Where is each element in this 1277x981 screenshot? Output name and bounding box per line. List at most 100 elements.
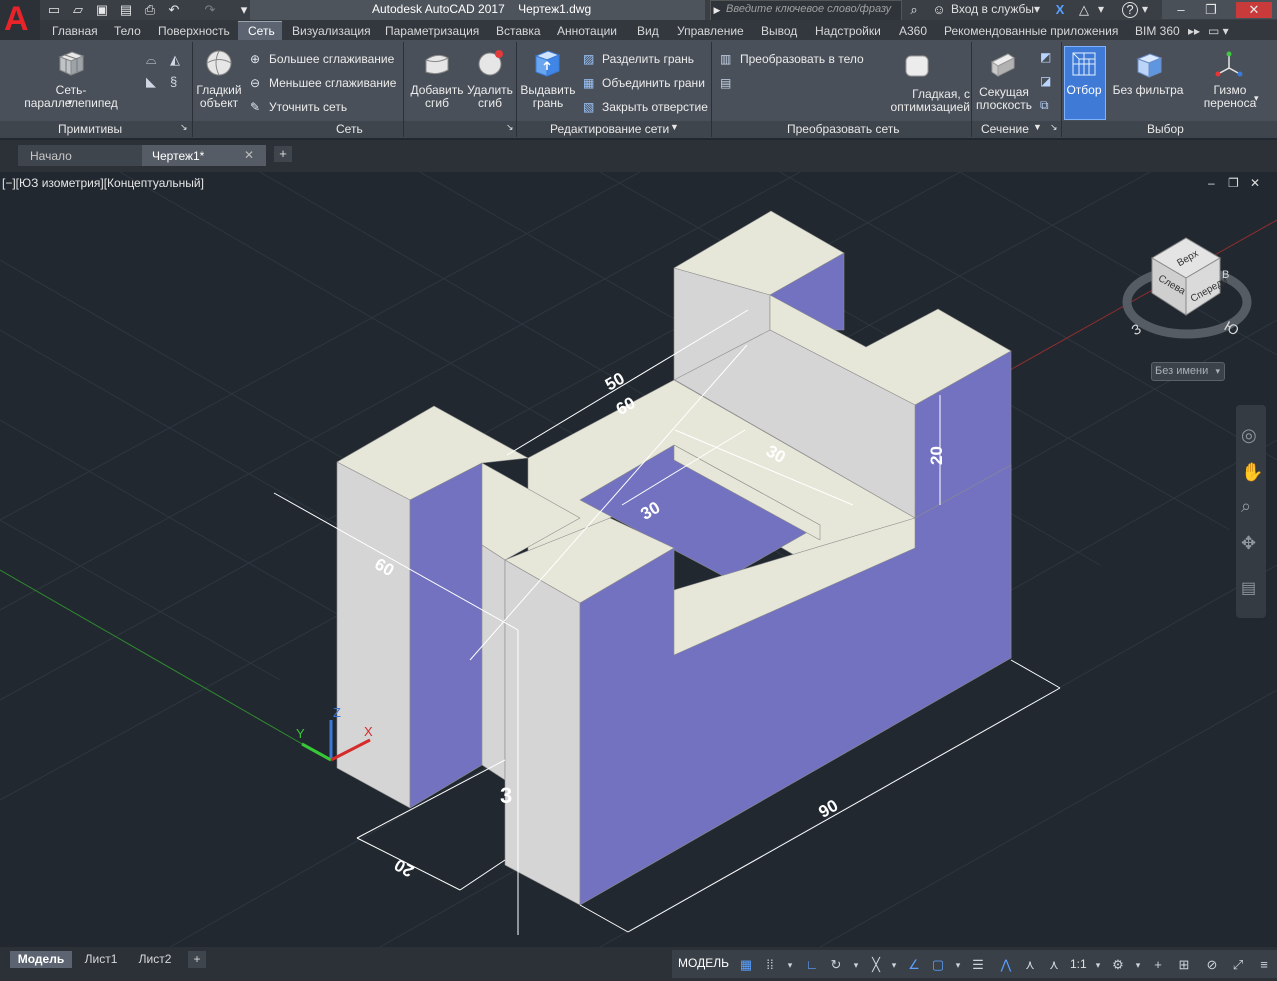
grid-display-icon[interactable]: ▦ xyxy=(738,957,754,973)
no-filter-icon[interactable] xyxy=(1134,50,1164,80)
mesh-cylinder-icon[interactable]: ⌓ xyxy=(146,52,160,67)
refine-mesh-icon[interactable]: ✎ xyxy=(250,100,264,114)
application-menu-button[interactable]: A xyxy=(0,0,40,40)
smooth-object-icon[interactable] xyxy=(204,48,234,78)
gizmo-dropdown-icon[interactable]: ▾ xyxy=(1254,92,1259,105)
close-hole-button[interactable]: Закрыть отверстие xyxy=(602,100,708,114)
customize-status-bar-icon[interactable]: ≡ xyxy=(1256,957,1272,973)
tab-featured-apps[interactable]: Рекомендованные приложения xyxy=(944,24,1118,38)
viewport-controls-label[interactable]: [−][ЮЗ изометрия][Концептуальный] xyxy=(2,176,204,190)
viewport-minimize-icon[interactable]: – xyxy=(1208,176,1215,190)
section-plane-button[interactable]: Секущая плоскость xyxy=(974,86,1034,112)
units-icon[interactable]: ⊞ xyxy=(1176,957,1192,973)
tab-view[interactable]: Вид xyxy=(637,24,659,38)
convert-to-solid-icon[interactable]: ▥ xyxy=(720,52,734,66)
annotation-scale-value[interactable]: 1:1 xyxy=(1070,957,1087,971)
convert-to-solid-button[interactable]: Преобразовать в тело xyxy=(740,52,864,66)
tab-a360[interactable]: A360 xyxy=(899,24,927,38)
live-section-icon[interactable]: ◩ xyxy=(1040,50,1054,64)
convert-to-surface-icon[interactable]: ▤ xyxy=(720,76,734,90)
steering-wheel-icon[interactable]: ◎ xyxy=(1241,425,1257,446)
smooth-optimized-icon[interactable] xyxy=(902,50,932,80)
showmotion-icon[interactable]: ▤ xyxy=(1241,578,1256,598)
section-plane-icon[interactable] xyxy=(988,50,1018,80)
extrude-face-icon[interactable] xyxy=(532,48,562,78)
section-expand-icon[interactable]: ▼ xyxy=(1033,122,1042,132)
mesh-cone-icon[interactable]: ◭ xyxy=(170,52,184,67)
mesh-settings-icon[interactable]: ↘ xyxy=(506,122,514,133)
annotation-monitor-icon[interactable]: + xyxy=(1150,957,1166,973)
binoculars-icon[interactable]: ⌕ xyxy=(906,2,922,18)
isolate-objects-icon[interactable]: ⊘ xyxy=(1204,957,1220,973)
tab-solid[interactable]: Тело xyxy=(114,24,141,38)
drawing-canvas[interactable]: 50 60 30 30 20 60 20 90 3 Z Y X Верх Сле… xyxy=(0,172,1277,947)
redo-icon[interactable]: ↷ xyxy=(202,2,218,18)
orbit-icon[interactable]: ✥ xyxy=(1241,533,1256,554)
tab-annotate[interactable]: Аннотации xyxy=(557,24,617,38)
section-settings-icon[interactable]: ↘ xyxy=(1050,122,1058,133)
merge-faces-button[interactable]: Объединить грани xyxy=(602,76,705,90)
close-icon[interactable]: ✕ xyxy=(1236,2,1272,18)
add-layout-plus-icon[interactable]: + xyxy=(188,951,206,968)
exchange-apps-icon[interactable]: X xyxy=(1052,2,1068,18)
move-gizmo-icon[interactable] xyxy=(1214,50,1244,80)
model-space-button[interactable]: МОДЕЛЬ xyxy=(678,956,729,970)
add-jog-icon[interactable]: ◪ xyxy=(1040,74,1054,88)
mesh-torus-icon[interactable]: § xyxy=(170,74,184,89)
more-tabs-icon[interactable]: ▸▸ xyxy=(1188,24,1200,38)
lineweight-icon[interactable]: ☰ xyxy=(970,957,986,973)
zoom-icon[interactable]: ⌕ xyxy=(1241,496,1251,517)
new-file-icon[interactable]: ▭ xyxy=(46,2,62,18)
layout-tab-sheet1[interactable]: Лист1 xyxy=(76,951,126,968)
close-hole-icon[interactable]: ▧ xyxy=(583,100,597,114)
add-crease-icon[interactable] xyxy=(422,48,452,78)
layout-tab-model[interactable]: Модель xyxy=(10,951,72,968)
ribbon-display-toggle-icon[interactable]: ▭ ▾ xyxy=(1208,24,1229,38)
annotation-scale-icon[interactable]: ⋏ xyxy=(1046,957,1062,973)
close-tab-icon[interactable]: ✕ xyxy=(244,148,254,162)
search-expand-icon[interactable]: ▶ xyxy=(709,2,725,18)
smooth-more-icon[interactable]: ⊕ xyxy=(250,52,264,66)
extrude-face-button[interactable]: Выдавить грань xyxy=(520,84,576,110)
workspace-dropdown-icon[interactable]: ▾ xyxy=(1130,957,1146,973)
scale-dropdown-icon[interactable]: ▾ xyxy=(1090,957,1106,973)
tab-addins[interactable]: Надстройки xyxy=(815,24,881,38)
mesh-box-dropdown-icon[interactable]: ▾ xyxy=(64,96,76,109)
object-snap-tracking-icon[interactable]: ∠ xyxy=(906,957,922,973)
mesh-wedge-icon[interactable]: ◣ xyxy=(146,74,160,89)
annotation-visibility-icon[interactable]: ⋀ xyxy=(998,957,1014,973)
snap-mode-icon[interactable]: ⁞⁞ xyxy=(762,957,778,973)
refine-mesh-button[interactable]: Уточнить сеть xyxy=(269,100,347,114)
clean-screen-icon[interactable]: ⤢ xyxy=(1230,957,1246,973)
isodraft-icon[interactable]: ╳ xyxy=(868,957,884,973)
tab-output[interactable]: Вывод xyxy=(761,24,797,38)
polar-dropdown-icon[interactable]: ▾ xyxy=(848,957,864,973)
a360-dropdown-icon[interactable]: ▾ xyxy=(1098,2,1104,16)
object-snap-dropdown-icon[interactable]: ▾ xyxy=(950,957,966,973)
undo-icon[interactable]: ↶ xyxy=(166,2,182,18)
mesh-part[interactable] xyxy=(336,210,1012,906)
signin-link[interactable]: Вход в службы xyxy=(951,2,1034,16)
remove-crease-icon[interactable] xyxy=(475,48,505,78)
split-face-icon[interactable]: ▨ xyxy=(583,52,597,66)
tab-home[interactable]: Главная xyxy=(52,24,98,38)
open-file-icon[interactable]: ▱ xyxy=(70,2,86,18)
minimize-icon[interactable]: – xyxy=(1173,2,1189,18)
tab-bim360[interactable]: BIM 360 xyxy=(1135,24,1180,38)
split-face-button[interactable]: Разделить грань xyxy=(602,52,694,66)
polar-tracking-icon[interactable]: ↻ xyxy=(828,957,844,973)
smooth-less-icon[interactable]: ⊖ xyxy=(250,76,264,90)
help-icon[interactable]: ? xyxy=(1122,2,1138,18)
new-tab-plus-icon[interactable]: + xyxy=(274,146,292,162)
remove-crease-button[interactable]: Удалить сгиб xyxy=(464,84,516,110)
save-icon[interactable]: ▣ xyxy=(94,2,110,18)
print-icon[interactable]: ⎙ xyxy=(142,2,158,18)
signin-dropdown-icon[interactable]: ▾ xyxy=(1034,2,1040,16)
smooth-object-button[interactable]: Гладкий объект xyxy=(196,84,242,110)
primitives-settings-icon[interactable]: ↘ xyxy=(180,122,188,133)
pan-icon[interactable]: ✋ xyxy=(1241,462,1263,483)
generate-section-icon[interactable]: ⧉ xyxy=(1040,98,1054,112)
smooth-optimized-button[interactable]: Гладкая, с оптимизацией xyxy=(870,88,970,114)
restore-icon[interactable]: ❐ xyxy=(1203,2,1219,18)
tab-visualize[interactable]: Визуализация xyxy=(292,24,371,38)
